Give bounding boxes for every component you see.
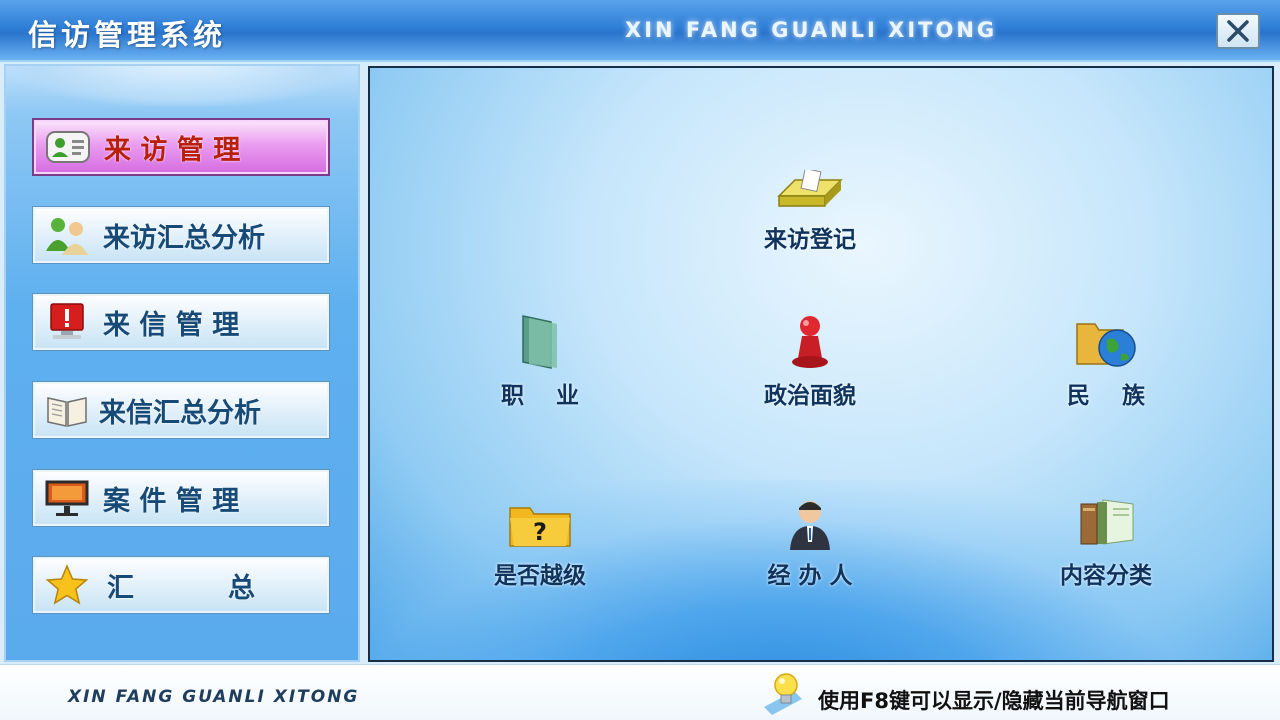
globe-folder-icon — [1071, 314, 1141, 370]
window-subtitle: XIN FANG GUANLI XITONG — [625, 18, 998, 42]
question-folder-icon: ? — [505, 494, 575, 550]
red-pawn-icon — [775, 314, 845, 370]
presentation-board-icon — [43, 474, 91, 522]
tile-label: 内容分类 — [1060, 563, 1152, 589]
svg-text:?: ? — [533, 518, 547, 546]
nav-item-letter-management[interactable]: 来 信 管 理 — [32, 293, 330, 351]
tile-handler[interactable]: 经 办 人 — [720, 494, 900, 594]
nav-item-label: 来信汇总分析 — [99, 397, 261, 429]
tile-label: 来访登记 — [764, 227, 856, 253]
nav-item-label: 来 访 管 理 — [104, 134, 241, 166]
tile-political-status[interactable]: 政治面貌 — [720, 314, 900, 414]
green-folder-icon — [505, 314, 575, 370]
title-bar: 信访管理系统 XIN FANG GUANLI XITONG — [0, 0, 1280, 62]
footer-brand: XIN FANG GUANLI XITONG — [68, 687, 360, 707]
tile-occupation[interactable]: 职 业 — [450, 314, 630, 414]
star-icon — [43, 561, 91, 609]
window-title: 信访管理系统 — [28, 18, 227, 52]
tile-label: 民 族 — [1066, 383, 1146, 409]
navigation-hint: 使用F8键可以显示/隐藏当前导航窗口 — [818, 689, 1170, 713]
tile-label: 政治面貌 — [764, 383, 856, 409]
close-icon — [1227, 20, 1249, 42]
nav-item-label: 案 件 管 理 — [103, 485, 240, 517]
tile-bypass-level[interactable]: ? 是否越级 — [450, 494, 630, 594]
tile-label: 职 业 — [500, 383, 580, 409]
nav-item-visit-summary-analysis[interactable]: 来访汇总分析 — [32, 206, 330, 264]
nav-item-label: 来 信 管 理 — [103, 309, 240, 341]
contact-card-icon — [44, 123, 92, 171]
close-button[interactable] — [1216, 13, 1260, 49]
tile-content-category[interactable]: 内容分类 — [1016, 494, 1196, 594]
nav-item-summary[interactable]: 汇 总 — [32, 556, 330, 614]
tile-label: 是否越级 — [494, 563, 586, 589]
nav-item-label: 来访汇总分析 — [103, 222, 265, 254]
status-bar: XIN FANG GUANLI XITONG 使用F8键可以显示/隐藏当前导航窗… — [0, 664, 1280, 720]
person-icon — [775, 494, 845, 550]
users-icon — [43, 211, 91, 259]
main-panel: 来访登记 职 业 政治面貌 民 族 ? 是否越级 经 办 人 内容分类 — [368, 66, 1274, 662]
nav-item-case-management[interactable]: 案 件 管 理 — [32, 469, 330, 527]
tile-visit-registration[interactable]: 来访登记 — [720, 158, 900, 258]
open-book-icon — [43, 386, 91, 434]
lightbulb-icon — [760, 671, 806, 717]
nav-item-letter-summary-analysis[interactable]: 来信汇总分析 — [32, 381, 330, 439]
register-tray-icon — [775, 158, 845, 214]
books-icon — [1071, 494, 1141, 550]
alert-monitor-icon — [43, 298, 91, 346]
navigation-sidebar: 来 访 管 理 来访汇总分析 来 信 管 理 来信汇总分析 案 件 管 理 汇 … — [4, 64, 360, 662]
tile-label: 经 办 人 — [767, 563, 853, 589]
nav-item-visit-management[interactable]: 来 访 管 理 — [32, 118, 330, 176]
tile-ethnicity[interactable]: 民 族 — [1016, 314, 1196, 414]
nav-item-label: 汇 总 — [107, 572, 255, 604]
